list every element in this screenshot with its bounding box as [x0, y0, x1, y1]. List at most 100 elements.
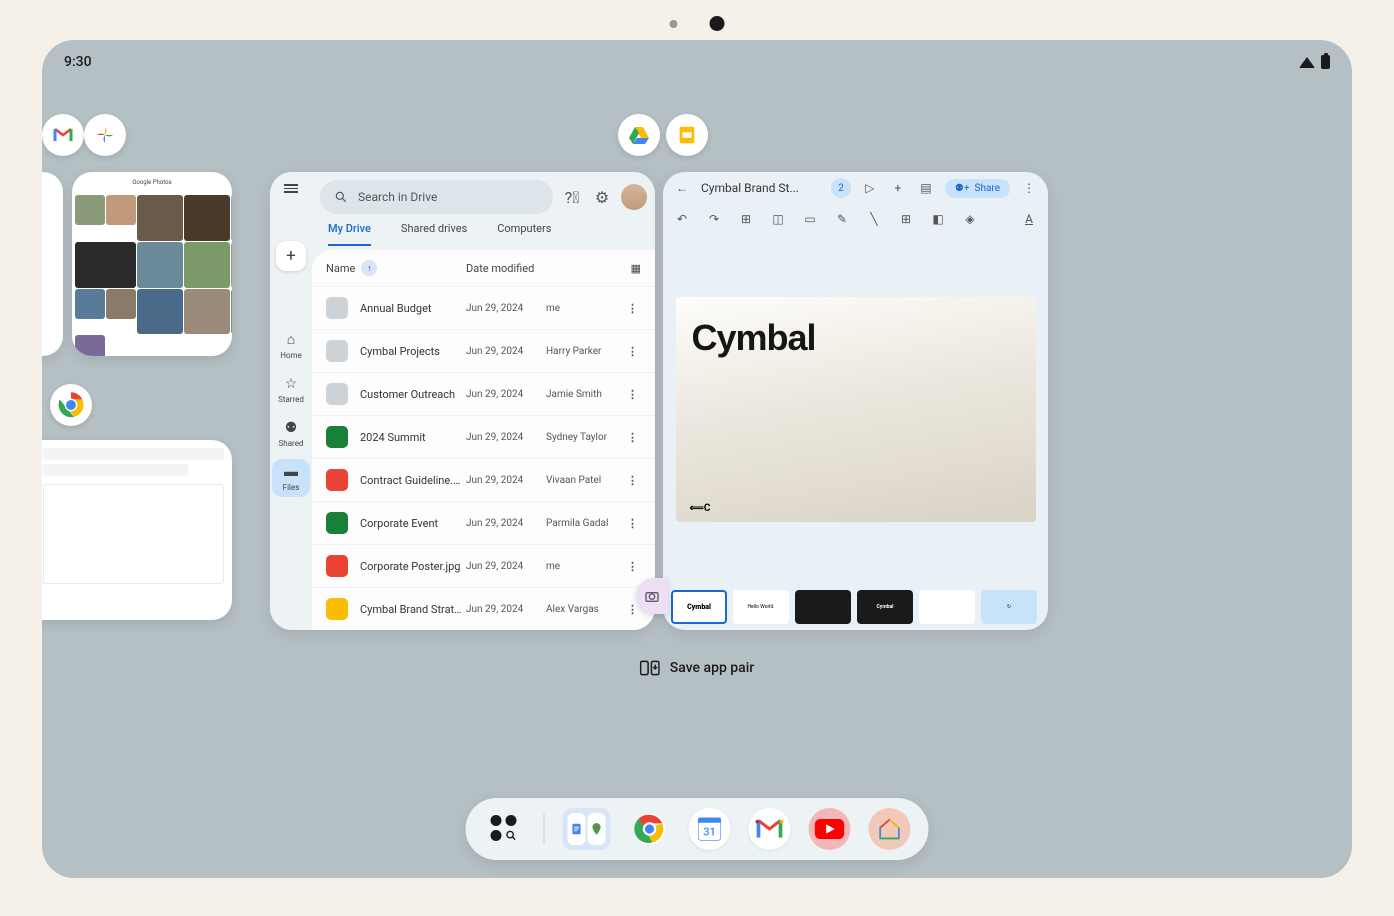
text-format-icon[interactable]: A [1020, 210, 1038, 228]
slides-app-bubble[interactable] [666, 114, 708, 156]
account-avatar[interactable] [621, 184, 647, 210]
more-icon[interactable]: ⋮ [627, 517, 641, 530]
drive-app-bubble[interactable] [618, 114, 660, 156]
app-drawer-button[interactable] [484, 808, 526, 850]
slides-icon [676, 124, 698, 146]
search-input[interactable]: Search in Drive [320, 180, 553, 214]
more-icon[interactable]: ⋮ [627, 431, 641, 444]
tab-my-drive[interactable]: My Drive [328, 222, 371, 246]
chrome-app[interactable] [629, 808, 671, 850]
collaborator-count-badge[interactable]: 2 [831, 178, 851, 198]
tab-computers[interactable]: Computers [497, 222, 551, 246]
slide-thumb[interactable] [795, 590, 851, 624]
youtube-icon [814, 817, 846, 841]
hamburger-menu-button[interactable] [280, 180, 302, 197]
google-home-app[interactable] [869, 808, 911, 850]
docs-task-card[interactable] [42, 440, 232, 620]
tab-shared-drives[interactable]: Shared drives [401, 222, 467, 246]
photos-thumbnail-grid [72, 192, 232, 337]
file-row[interactable]: Customer OutreachJun 29, 2024Jamie Smith… [312, 372, 655, 415]
panel-icon[interactable]: ▤ [917, 179, 935, 197]
gmail-task-card[interactable] [42, 172, 63, 356]
drive-icon [627, 123, 651, 147]
file-row[interactable]: 2024 SummitJun 29, 2024Sydney Taylor⋮ [312, 415, 655, 458]
file-name: Contract Guideline.pdf [360, 474, 466, 487]
slide-thumb[interactable]: Cymbal [857, 590, 913, 624]
slide-brand-mark: ⟸C [690, 503, 711, 514]
column-date[interactable]: Date modified [466, 262, 621, 275]
clock: 9:30 [64, 54, 92, 70]
photo-thumb [184, 195, 230, 241]
more-icon[interactable]: ⋮ [627, 388, 641, 401]
overview-area[interactable]: Google Photos [42, 40, 1352, 878]
photos-task-card[interactable]: Google Photos [72, 172, 232, 356]
battery-icon [1321, 55, 1330, 69]
nav-starred[interactable]: ☆Starred [272, 371, 310, 409]
file-row[interactable]: Corporate EventJun 29, 2024Parmila Gadal… [312, 501, 655, 544]
maps-icon [590, 820, 604, 838]
file-owner: me [546, 303, 627, 314]
taskbar-divider [544, 814, 545, 844]
chrome-icon [54, 388, 88, 422]
shape-icon[interactable]: ▭ [801, 210, 819, 228]
screenshot-button[interactable] [636, 578, 668, 614]
file-date: Jun 29, 2024 [466, 604, 546, 615]
nav-files[interactable]: ▬Files [272, 459, 310, 497]
sort-ascending-icon[interactable]: ↑ [361, 260, 377, 276]
file-owner: Harry Parker [546, 346, 627, 357]
save-app-pair-button[interactable]: Save app pair [640, 660, 754, 676]
chrome-app-bubble[interactable] [50, 384, 92, 426]
layout-icon[interactable]: ◧ [929, 210, 947, 228]
app-pair-card[interactable]: + ⌂Home ☆Starred ⚉Shared ▬Files Sea [270, 172, 1048, 630]
new-button[interactable]: + [276, 241, 306, 271]
settings-icon[interactable]: ⚙ [591, 186, 613, 208]
line-icon[interactable]: ╲ [865, 210, 883, 228]
undo-icon[interactable]: ↶ [673, 210, 691, 228]
gmail-app-bubble[interactable] [42, 114, 84, 156]
nav-shared[interactable]: ⚉Shared [272, 415, 310, 453]
image-icon[interactable]: ◫ [769, 210, 787, 228]
more-icon[interactable]: ⋮ [627, 474, 641, 487]
file-row[interactable]: Contract Guideline.pdfJun 29, 2024Vivaan… [312, 458, 655, 501]
pen-icon[interactable]: ✎ [833, 210, 851, 228]
file-owner: Vivaan Patel [546, 475, 627, 486]
table-icon[interactable]: ⊞ [897, 210, 915, 228]
add-icon[interactable]: + [889, 179, 907, 197]
nav-home[interactable]: ⌂Home [272, 327, 310, 365]
textbox-icon[interactable]: ⊞ [737, 210, 755, 228]
drive-nav-rail: + ⌂Home ☆Starred ⚉Shared ▬Files [270, 172, 312, 630]
share-button[interactable]: ⚉+ Share [945, 179, 1010, 198]
column-name[interactable]: Name↑ [326, 260, 466, 276]
slide-canvas-area[interactable]: Cymbal ⟸C [663, 234, 1048, 584]
file-row[interactable]: Cymbal ProjectsJun 29, 2024Harry Parker⋮ [312, 329, 655, 372]
back-icon[interactable]: ← [673, 179, 691, 197]
slide-thumb[interactable]: Hello World. [733, 590, 789, 624]
slides-task-card[interactable]: ← Cymbal Brand St... 2 ▷ + ▤ ⚉+ Share ⋮ [663, 172, 1048, 630]
presentation-title[interactable]: Cymbal Brand St... [701, 181, 821, 195]
photos-app-bubble[interactable] [84, 114, 126, 156]
calendar-app[interactable]: 31 [689, 808, 731, 850]
drive-task-card[interactable]: + ⌂Home ☆Starred ⚉Shared ▬Files Sea [270, 172, 655, 630]
slide-canvas[interactable]: Cymbal ⟸C [676, 297, 1036, 522]
present-icon[interactable]: ▷ [861, 179, 879, 197]
grid-view-button[interactable]: ▦ [621, 262, 641, 275]
photo-thumb [137, 242, 183, 288]
gmail-app[interactable] [749, 808, 791, 850]
redo-icon[interactable]: ↷ [705, 210, 723, 228]
file-row[interactable]: Cymbal Brand StrategyJun 29, 2024Alex Va… [312, 587, 655, 630]
slides-toolbar: ↶ ↷ ⊞ ◫ ▭ ✎ ╲ ⊞ ◧ ◈ A [663, 204, 1048, 234]
file-row[interactable]: Annual BudgetJun 29, 2024me⋮ [312, 286, 655, 329]
file-row[interactable]: Corporate Poster.jpgJun 29, 2024me⋮ [312, 544, 655, 587]
slide-thumb[interactable] [919, 590, 975, 624]
help-icon[interactable]: ?⃝ [561, 186, 583, 208]
theme-icon[interactable]: ◈ [961, 210, 979, 228]
slide-thumb[interactable]: Cymbal [671, 590, 727, 624]
more-icon[interactable]: ⋮ [627, 302, 641, 315]
recent-app-pair[interactable] [563, 808, 611, 850]
youtube-app[interactable] [809, 808, 851, 850]
more-icon[interactable]: ⋮ [1020, 179, 1038, 197]
more-icon[interactable]: ⋮ [627, 560, 641, 573]
new-slide-button[interactable]: ↻ [981, 590, 1037, 624]
folder-icon: ▬ [283, 464, 299, 480]
more-icon[interactable]: ⋮ [627, 345, 641, 358]
